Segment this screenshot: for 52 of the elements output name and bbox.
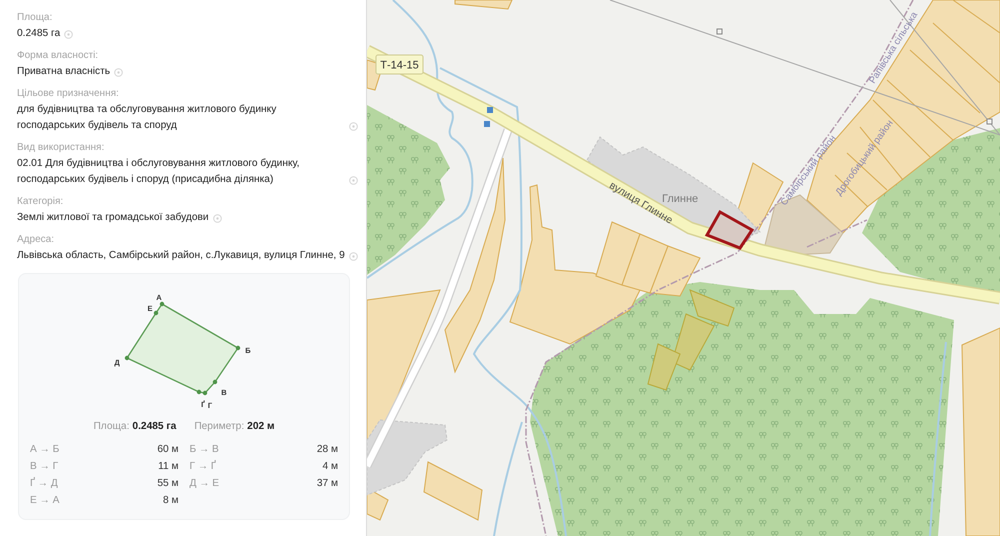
segment-length: 60 м [157,443,178,457]
field-label: Категорія: [17,195,64,209]
vertex-dot [236,346,240,350]
summary-label: Периметр: [194,421,244,432]
info-icon[interactable] [348,252,358,261]
segment-label: В → Г [30,460,58,474]
field-label: Вид використання: [17,141,106,155]
field-label: Цільове призначення: [17,87,120,101]
info-icon[interactable] [114,68,124,77]
field-value: Львівська область, Самбірський район, с.Лукавиця, вулиця Глинне, 9 [17,249,345,263]
segment-label: Б → В [190,443,219,457]
land-parcel [423,461,483,521]
field-value: Приватна власність [17,65,110,79]
land-parcel [454,0,513,10]
segment-length: 8 м [162,494,178,508]
field-value: Землі житлової та громадської забудови [17,211,209,225]
segment-label: Д → Е [190,477,220,491]
square-marker-icon [487,107,493,113]
vertex-dot [212,380,218,384]
selected-parcel[interactable] [704,210,754,250]
summary-label: Площа: [93,421,130,432]
info-icon[interactable] [349,122,358,131]
field-value: для будівництва та обслуговування житлового будинку господарських будівель та споруд [17,103,278,133]
vertex-dot [124,356,130,360]
segment-length: 4 м [322,460,338,474]
segment-length: 55 м [157,477,178,491]
segment-length: 28 м [316,443,338,457]
field-label: Адреса: [17,233,55,247]
hollow-square-icon [716,28,722,34]
field-value: 0.2485 га [17,27,60,41]
hollow-square-icon [986,118,992,124]
segment-length: 11 м [158,460,178,474]
field-value: 02.01 Для будівництва і обслуговування житлового будинку, господарських будівель і споруд (присадибна ділянка) [17,157,300,187]
vertex-dot [154,310,158,316]
place-label: Глинне [662,193,698,205]
segment-length: 37 м [316,477,338,491]
field-label: Форма власності: [17,49,100,63]
land-parcel [649,245,701,297]
square-marker-icon [484,121,490,127]
summary-value: 0.2485 га [132,421,176,432]
segment-label: Е → А [30,494,60,508]
summary-value: 202 м [247,421,275,432]
segment-label: А → Б [30,443,60,457]
land-parcel [647,343,681,391]
vertex-dot [160,302,164,306]
info-icon[interactable] [349,176,358,185]
road-number-sign: Т-14-15 [376,54,424,74]
info-icon[interactable] [212,214,222,223]
segment-label: Ґ → Д [30,476,58,491]
info-icon[interactable] [64,30,74,39]
field-label: Площа: [17,11,54,25]
segment-label: Г → Ґ [190,459,216,474]
